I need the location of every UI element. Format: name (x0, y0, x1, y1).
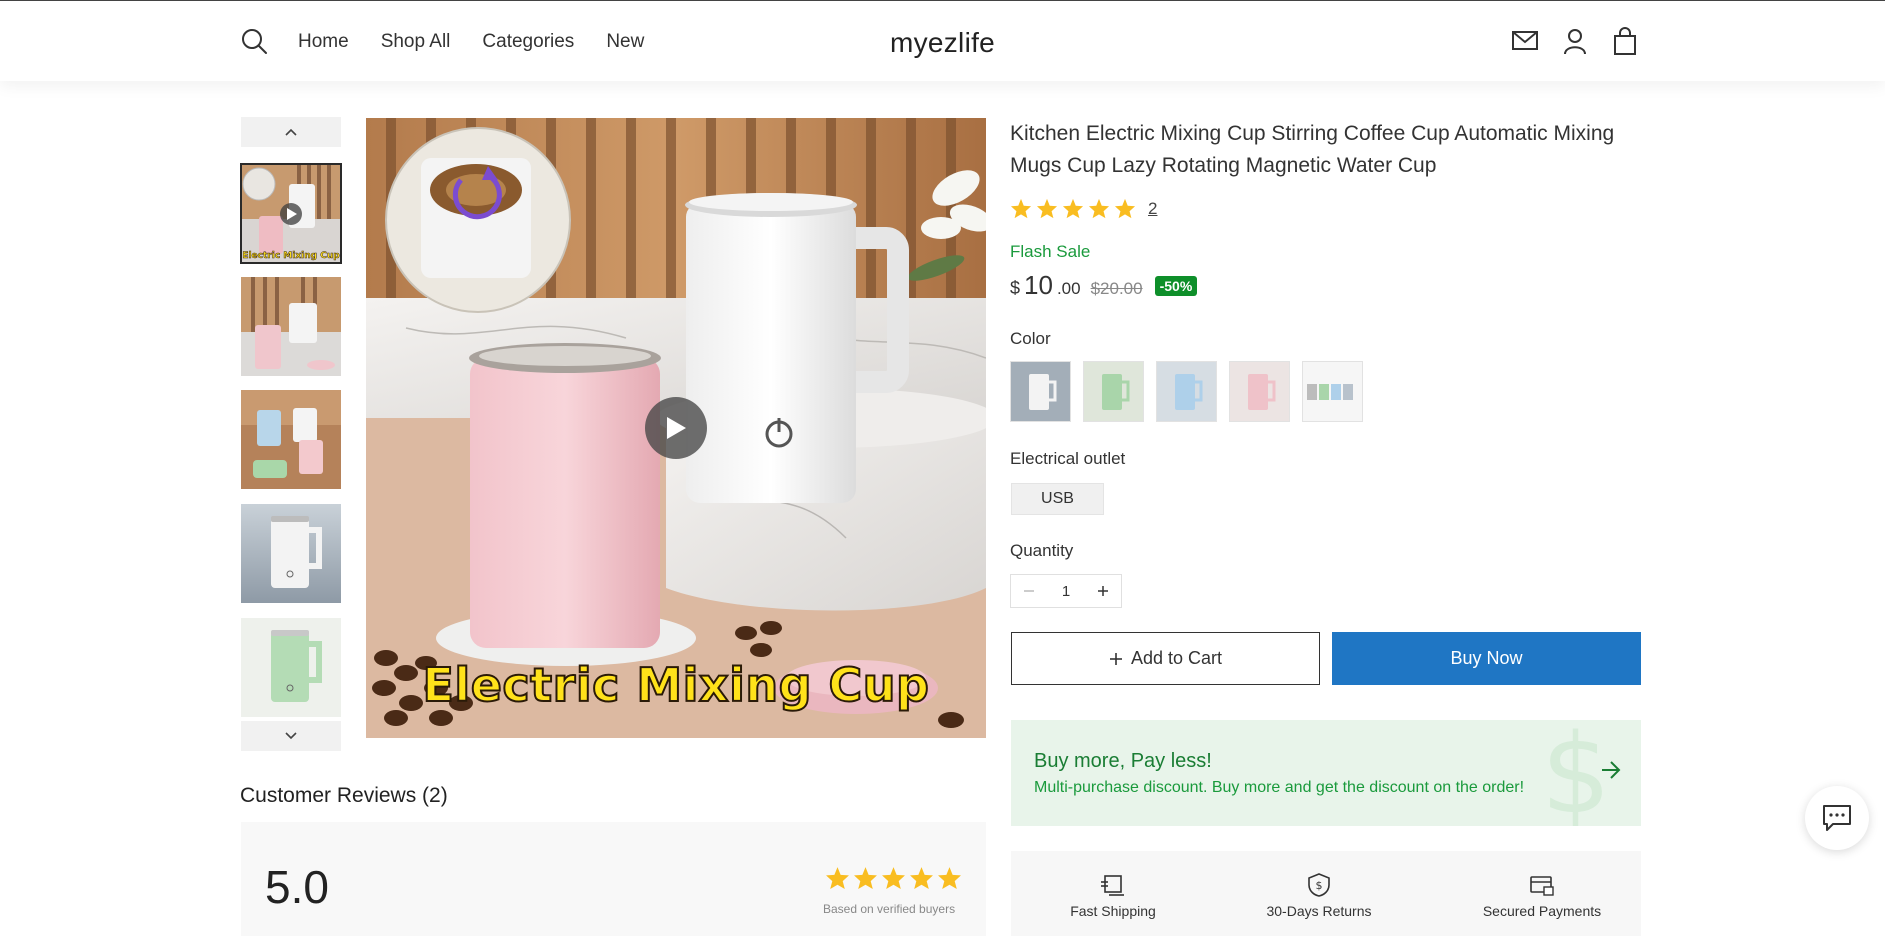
nav-new[interactable]: New (606, 31, 644, 53)
star-icon (1010, 198, 1032, 219)
price-currency: $ (1010, 278, 1021, 298)
star-icon (826, 867, 849, 889)
thumbnail-blue-white-pink[interactable] (241, 390, 341, 489)
outlet-label: Electrical outlet (1010, 449, 1126, 468)
review-stars (825, 866, 962, 890)
color-label: Color (1010, 329, 1051, 348)
search-icon[interactable] (240, 27, 268, 55)
color-swatch-all[interactable] (1302, 361, 1363, 422)
color-swatch-white[interactable] (1010, 361, 1071, 422)
star-icon (1062, 198, 1084, 219)
add-to-cart-label: Add to Cart (1130, 648, 1223, 668)
plus-icon (1109, 652, 1122, 665)
thumb-scroll-down-button[interactable] (241, 721, 341, 751)
star-icon (882, 867, 905, 889)
product-title: Kitchen Electric Mixing Cup Stirring Cof… (1010, 122, 1615, 177)
thumbnail-video[interactable]: Electric Mixing Cup (240, 163, 342, 264)
nav-shop-all[interactable]: Shop All (381, 31, 451, 53)
feature-label: 30-Days Returns (1266, 903, 1372, 919)
plus-icon (1098, 586, 1108, 596)
nav-categories[interactable]: Categories (482, 31, 574, 53)
site-logo[interactable]: myezlife (890, 27, 995, 58)
reviews-summary: 5.0 Based on verified buyers (241, 822, 986, 936)
main-image-caption: Electric Mixing Cup (422, 657, 931, 713)
color-swatches (1010, 361, 1363, 422)
promo-subtitle: Multi-purchase discount. Buy more and ge… (1034, 779, 1525, 796)
quantity-label: Quantity (1010, 541, 1074, 560)
star-icon (1114, 198, 1136, 219)
play-icon (667, 417, 686, 439)
thumbnail-pink-white[interactable] (241, 277, 341, 376)
card-lock-icon (1530, 876, 1554, 896)
discount-badge: -50% (1154, 276, 1198, 296)
star-icon (854, 867, 877, 889)
star-icon (910, 867, 933, 889)
feature-label: Fast Shipping (1070, 903, 1156, 919)
review-count-link[interactable]: 2 (1148, 199, 1157, 219)
minus-icon (1024, 590, 1034, 592)
chevron-down-icon (285, 732, 297, 740)
quantity-stepper (1010, 574, 1122, 608)
verified-buyers-note: Based on verified buyers (823, 902, 956, 916)
add-to-cart-button[interactable]: Add to Cart (1011, 632, 1320, 685)
thumbnail-green[interactable] (241, 618, 341, 717)
flash-sale-label: Flash Sale (1010, 242, 1091, 261)
shield-dollar-icon: $ (1308, 873, 1330, 897)
feature-fast-shipping: Fast Shipping (1038, 873, 1188, 919)
original-price: $20.00 (1090, 279, 1143, 298)
shipping-icon (1101, 875, 1124, 896)
chat-icon (1823, 805, 1851, 831)
site-header: Home Shop All Categories New myezlife (0, 1, 1885, 81)
feature-returns: $ 30-Days Returns (1244, 873, 1394, 919)
promo-title: Buy more, Pay less! (1034, 750, 1212, 772)
svg-text:$: $ (1316, 879, 1323, 892)
product-rating: 2 (1010, 198, 1157, 219)
buy-now-button[interactable]: Buy Now (1332, 632, 1641, 685)
quantity-increase-button[interactable] (1085, 575, 1121, 607)
feature-secured-payments: Secured Payments (1467, 873, 1617, 919)
star-icon (938, 867, 961, 889)
average-score: 5.0 (265, 861, 329, 913)
arrow-right-icon (1602, 761, 1621, 779)
bag-icon[interactable] (1610, 26, 1640, 56)
color-swatch-blue[interactable] (1156, 361, 1217, 422)
play-video-button[interactable] (645, 397, 707, 459)
thumb-scroll-up-button[interactable] (241, 117, 341, 147)
customer-reviews-heading: Customer Reviews (2) (240, 784, 448, 807)
user-icon[interactable] (1560, 26, 1590, 56)
chevron-up-icon (285, 128, 297, 136)
thumbnail-white[interactable] (241, 504, 341, 603)
thumb-caption: Electric Mixing Cup (242, 251, 340, 261)
main-product-media[interactable]: Electric Mixing Cup (366, 118, 986, 738)
star-icon (1036, 198, 1058, 219)
star-icon (1088, 198, 1110, 219)
price-row: $ 10 .00 $20.00 -50% (1010, 270, 1198, 301)
mail-icon[interactable] (1510, 26, 1540, 56)
feature-label: Secured Payments (1482, 903, 1602, 919)
color-swatch-pink[interactable] (1229, 361, 1290, 422)
nav-home[interactable]: Home (298, 31, 349, 53)
price-decimal: .00 (1056, 279, 1081, 298)
outlet-option-usb[interactable]: USB (1011, 483, 1104, 515)
quantity-decrease-button[interactable] (1011, 575, 1047, 607)
price-integer: 10 (1024, 270, 1053, 300)
quantity-input[interactable] (1047, 575, 1085, 607)
main-nav: Home Shop All Categories New (298, 31, 644, 53)
color-swatch-green[interactable] (1083, 361, 1144, 422)
buy-now-label: Buy Now (1450, 648, 1523, 668)
feature-bar: Fast Shipping $ 30-Days Returns Secured … (1011, 851, 1641, 936)
multi-purchase-discount-banner[interactable]: $ Buy more, Pay less! Multi-purchase dis… (1011, 720, 1641, 826)
chat-button[interactable] (1805, 786, 1869, 850)
